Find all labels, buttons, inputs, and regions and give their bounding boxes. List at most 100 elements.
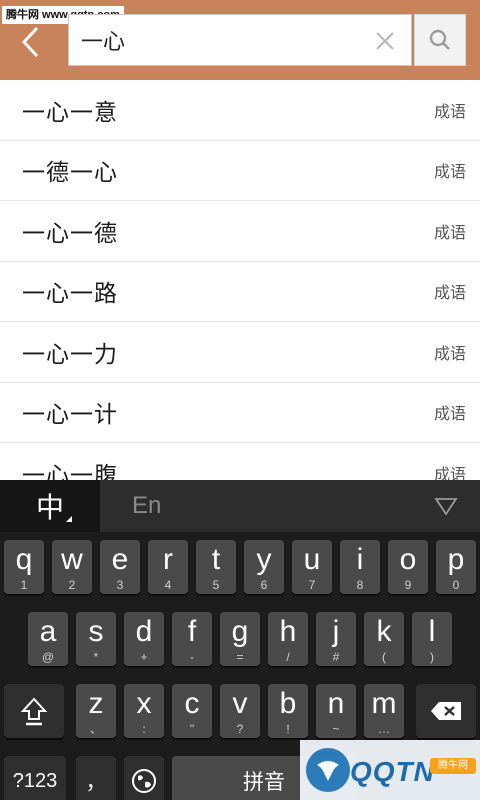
clear-button[interactable] bbox=[371, 27, 399, 55]
result-tag: 成语 bbox=[433, 343, 466, 363]
back-button[interactable] bbox=[8, 20, 52, 64]
key-j[interactable]: j # bbox=[316, 612, 356, 666]
list-item[interactable]: 一心一德 成语 bbox=[0, 201, 480, 262]
result-tag: 成语 bbox=[433, 101, 466, 121]
list-item[interactable]: 一心一腹 成语 bbox=[0, 443, 480, 480]
key-secondary: " bbox=[189, 722, 195, 736]
key-letter: m bbox=[371, 687, 397, 720]
result-word: 一心一德 bbox=[22, 220, 118, 247]
key-z[interactable]: z、 bbox=[76, 684, 116, 738]
key-letter: x bbox=[136, 687, 152, 720]
key-secondary: 0 bbox=[452, 578, 460, 592]
result-word: 一心一腹 bbox=[22, 462, 118, 480]
lang-english-tab[interactable]: En bbox=[132, 480, 161, 532]
result-tag: 成语 bbox=[433, 283, 466, 303]
key-letter: z bbox=[88, 687, 104, 720]
key-m[interactable]: m… bbox=[364, 684, 404, 738]
key-letter: t bbox=[211, 543, 221, 576]
key-secondary: ( bbox=[382, 650, 386, 664]
key-n[interactable]: n ~ bbox=[316, 684, 356, 738]
key-secondary: ) bbox=[430, 650, 434, 664]
key-letter: q bbox=[15, 543, 33, 576]
key-secondary: 9 bbox=[404, 578, 412, 592]
key-r[interactable]: r4 bbox=[148, 540, 188, 594]
key-v[interactable]: v? bbox=[220, 684, 260, 738]
list-item[interactable]: 一德一心 成语 bbox=[0, 141, 480, 201]
search-input[interactable] bbox=[69, 15, 359, 65]
key-letter: y bbox=[256, 543, 272, 576]
key-letter: f bbox=[187, 615, 197, 648]
result-word: 一心一力 bbox=[22, 341, 118, 368]
key-t[interactable]: t5 bbox=[196, 540, 236, 594]
list-item[interactable]: 一心一力 成语 bbox=[0, 322, 480, 383]
key-g[interactable]: g = bbox=[220, 612, 260, 666]
result-tag: 成语 bbox=[433, 162, 466, 182]
key-secondary: @ bbox=[41, 650, 55, 664]
key-w[interactable]: w2 bbox=[52, 540, 92, 594]
key-letter: r bbox=[163, 543, 173, 576]
result-word: 一心一路 bbox=[22, 281, 118, 308]
key-secondary: = bbox=[236, 650, 244, 664]
result-tag: 成语 bbox=[433, 222, 466, 242]
keyboard-toolbar: 中 En bbox=[0, 480, 480, 532]
key-e[interactable]: e3 bbox=[100, 540, 140, 594]
close-icon bbox=[376, 32, 394, 50]
key-f[interactable]: f- bbox=[172, 612, 212, 666]
key-letter: v bbox=[232, 687, 248, 720]
key-x[interactable]: x: bbox=[124, 684, 164, 738]
space-key-label: 拼音 bbox=[243, 770, 285, 794]
key-y[interactable]: y6 bbox=[244, 540, 284, 594]
key-l[interactable]: l) bbox=[412, 612, 452, 666]
key-c[interactable]: c " bbox=[172, 684, 212, 738]
key-letter: c bbox=[184, 687, 200, 720]
key-letter: i bbox=[356, 543, 364, 576]
comma-key[interactable]: ， bbox=[76, 756, 116, 800]
key-d[interactable]: d + bbox=[124, 612, 164, 666]
key-secondary: ! bbox=[286, 722, 290, 736]
key-letter: e bbox=[111, 543, 129, 576]
symbols-key[interactable]: ?123 bbox=[4, 756, 66, 800]
key-letter: j bbox=[332, 615, 340, 648]
result-word: 一心一计 bbox=[22, 402, 118, 429]
symbols-key-label: ?123 bbox=[12, 769, 58, 792]
key-secondary: / bbox=[286, 650, 290, 664]
key-p[interactable]: p0 bbox=[436, 540, 476, 594]
corner-triangle-icon bbox=[66, 516, 72, 522]
key-b[interactable]: b! bbox=[268, 684, 308, 738]
result-word: 一德一心 bbox=[22, 160, 118, 187]
chevron-left-icon bbox=[21, 26, 39, 58]
key-u[interactable]: u7 bbox=[292, 540, 332, 594]
key-s[interactable]: s * bbox=[76, 612, 116, 666]
key-i[interactable]: i8 bbox=[340, 540, 380, 594]
shift-arrow-icon bbox=[20, 697, 48, 726]
key-letter: s bbox=[88, 615, 104, 648]
key-a[interactable]: a @ bbox=[28, 612, 68, 666]
result-tag: 成语 bbox=[433, 404, 466, 424]
comma-key-label: ， bbox=[85, 770, 107, 794]
search-button[interactable] bbox=[414, 14, 466, 66]
key-letter: d bbox=[135, 615, 153, 648]
globe-key[interactable] bbox=[124, 756, 164, 800]
key-letter: h bbox=[279, 615, 297, 648]
lang-chinese-tab[interactable]: 中 bbox=[0, 480, 100, 532]
list-item[interactable]: 一心一路 成语 bbox=[0, 262, 480, 322]
key-letter: o bbox=[399, 543, 417, 576]
collapse-keyboard-icon[interactable] bbox=[432, 494, 460, 518]
key-secondary: 2 bbox=[68, 578, 76, 592]
key-h[interactable]: h / bbox=[268, 612, 308, 666]
key-secondary: 1 bbox=[20, 578, 28, 592]
shift-key[interactable] bbox=[4, 684, 64, 738]
backspace-key[interactable] bbox=[416, 684, 476, 738]
key-o[interactable]: o9 bbox=[388, 540, 428, 594]
result-word: 一心一意 bbox=[22, 99, 118, 126]
list-item[interactable]: 一心一计 成语 bbox=[0, 383, 480, 443]
key-k[interactable]: k( bbox=[364, 612, 404, 666]
key-secondary: : bbox=[142, 722, 146, 736]
lang-chinese-label: 中 bbox=[35, 491, 64, 524]
key-letter: u bbox=[303, 543, 321, 576]
key-secondary: ? bbox=[236, 722, 244, 736]
list-item[interactable]: 一心一意 成语 bbox=[0, 80, 480, 141]
key-q[interactable]: q1 bbox=[4, 540, 44, 594]
key-secondary: + bbox=[140, 650, 148, 664]
key-secondary: - bbox=[190, 650, 194, 664]
